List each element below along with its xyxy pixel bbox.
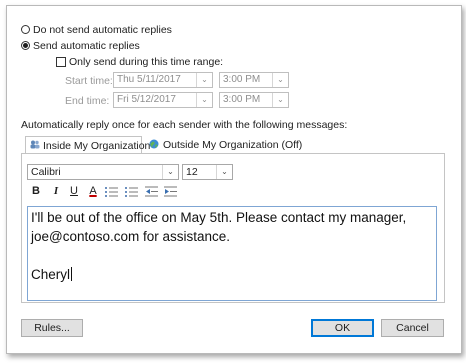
rules-button[interactable]: Rules... xyxy=(21,319,83,337)
start-time-value: 3:00 PM xyxy=(223,74,261,85)
message-signature: Cheryl xyxy=(31,267,71,282)
text-caret xyxy=(71,267,73,281)
start-date-picker[interactable]: Thu 5/11/2017 ⌄ xyxy=(113,72,213,88)
chevron-down-icon[interactable]: ⌄ xyxy=(272,73,288,87)
numbered-list-icon[interactable] xyxy=(125,186,139,200)
decrease-indent-icon[interactable] xyxy=(145,186,159,200)
reply-description: Automatically reply once for each sender… xyxy=(21,119,348,131)
chevron-down-icon[interactable]: ⌄ xyxy=(196,93,212,107)
bullet-list-icon[interactable] xyxy=(105,186,119,200)
cancel-button[interactable]: Cancel xyxy=(381,319,444,337)
end-time-value: 3:00 PM xyxy=(223,94,261,105)
message-editor[interactable]: I'll be out of the office on May 5th. Pl… xyxy=(27,206,437,301)
no-auto-replies-label[interactable]: Do not send automatic replies xyxy=(33,24,172,36)
end-time-label: End time: xyxy=(65,95,110,107)
time-range-checkbox[interactable] xyxy=(56,57,66,67)
start-date-value: Thu 5/11/2017 xyxy=(117,74,181,85)
start-time-picker[interactable]: 3:00 PM ⌄ xyxy=(219,72,289,88)
time-range-label[interactable]: Only send during this time range: xyxy=(69,56,223,68)
no-auto-replies-radio[interactable] xyxy=(21,25,30,34)
increase-indent-icon[interactable] xyxy=(164,186,178,200)
tab-outside-organization[interactable]: Outside My Organization (Off) xyxy=(145,136,302,154)
tab-inside-organization[interactable]: Inside My Organization xyxy=(25,136,150,154)
font-family-value: Calibri xyxy=(31,166,61,178)
globe-icon xyxy=(149,139,159,149)
end-date-value: Fri 5/12/2017 xyxy=(117,94,176,105)
font-size-value: 12 xyxy=(186,166,198,178)
font-family-select[interactable]: Calibri ⌄ xyxy=(27,164,179,180)
italic-button[interactable]: I xyxy=(50,185,62,197)
bold-button[interactable]: B xyxy=(30,185,42,197)
font-size-select[interactable]: 12 ⌄ xyxy=(182,164,233,180)
tab-outside-label: Outside My Organization (Off) xyxy=(163,139,303,151)
chevron-down-icon[interactable]: ⌄ xyxy=(272,93,288,107)
chevron-down-icon[interactable]: ⌄ xyxy=(162,165,178,179)
chevron-down-icon[interactable]: ⌄ xyxy=(196,73,212,87)
message-line: joe@contoso.com for assistance. xyxy=(31,229,231,244)
underline-button[interactable]: U xyxy=(68,185,80,197)
send-auto-replies-radio[interactable] xyxy=(21,41,30,50)
send-auto-replies-label[interactable]: Send automatic replies xyxy=(33,40,140,52)
message-signature-line: Cheryl xyxy=(31,265,433,284)
start-time-label: Start time: xyxy=(65,75,113,87)
message-line xyxy=(31,246,433,265)
ok-button[interactable]: OK xyxy=(311,319,374,337)
font-color-button[interactable]: A xyxy=(87,185,99,197)
end-time-picker[interactable]: 3:00 PM ⌄ xyxy=(219,92,289,108)
end-date-picker[interactable]: Fri 5/12/2017 ⌄ xyxy=(113,92,213,108)
message-line: I'll be out of the office on May 5th. Pl… xyxy=(31,210,407,225)
tab-inside-label: Inside My Organization xyxy=(43,140,151,152)
chevron-down-icon[interactable]: ⌄ xyxy=(216,165,232,179)
people-icon xyxy=(30,140,40,149)
